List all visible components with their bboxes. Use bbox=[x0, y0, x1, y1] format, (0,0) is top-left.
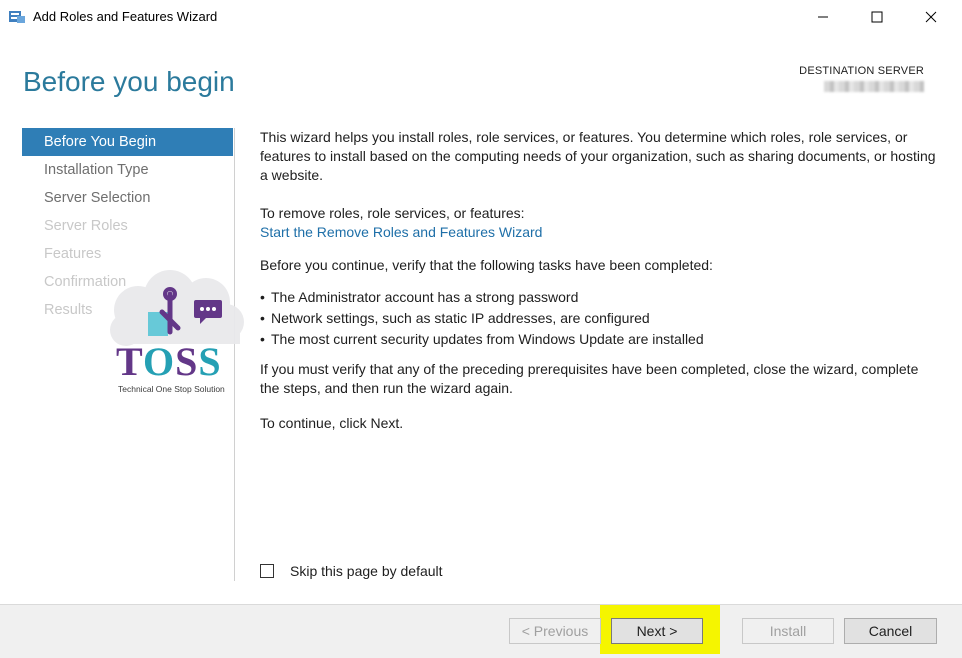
skip-page-option[interactable]: Skip this page by default bbox=[260, 563, 443, 579]
list-item: The most current security updates from W… bbox=[260, 329, 940, 350]
prerequisite-note: If you must verify that any of the prece… bbox=[260, 361, 919, 396]
install-button[interactable]: Install bbox=[742, 618, 834, 644]
close-button[interactable] bbox=[900, 0, 962, 34]
previous-button[interactable]: < Previous bbox=[509, 618, 601, 644]
maximize-button[interactable] bbox=[846, 0, 908, 34]
title-bar: Add Roles and Features Wizard bbox=[0, 0, 962, 34]
intro-paragraph: This wizard helps you install roles, rol… bbox=[260, 129, 936, 183]
wizard-content: This wizard helps you install roles, rol… bbox=[260, 128, 940, 433]
logo-letter: T bbox=[116, 339, 143, 384]
step-before-you-begin[interactable]: Before You Begin bbox=[22, 128, 233, 156]
step-server-selection[interactable]: Server Selection bbox=[22, 184, 233, 212]
skip-page-checkbox[interactable] bbox=[260, 564, 274, 578]
logo-wordmark-text: TOSS bbox=[116, 339, 222, 384]
list-item: Network settings, such as static IP addr… bbox=[260, 308, 940, 329]
skip-page-label[interactable]: Skip this page by default bbox=[290, 563, 443, 579]
logo-letter: O bbox=[142, 339, 176, 384]
page-title: Before you begin bbox=[23, 66, 235, 97]
verify-intro: Before you continue, verify that the fol… bbox=[260, 257, 713, 273]
logo-wordmark: TOSS bbox=[116, 342, 222, 382]
step-features: Features bbox=[44, 246, 102, 262]
prerequisite-list: The Administrator account has a strong p… bbox=[260, 287, 940, 350]
maximize-icon bbox=[871, 11, 883, 23]
logo-letter: S bbox=[198, 339, 222, 384]
server-manager-icon bbox=[8, 8, 26, 24]
minimize-icon bbox=[817, 11, 829, 23]
step-server-roles: Server Roles bbox=[44, 218, 128, 234]
toss-watermark-logo: TOSS Technical One Stop Solution bbox=[108, 270, 248, 398]
cancel-button[interactable]: Cancel bbox=[844, 618, 937, 644]
continue-note: To continue, click Next. bbox=[260, 415, 404, 431]
step-installation-type[interactable]: Installation Type bbox=[22, 156, 233, 184]
remove-features-label: To remove roles, role services, or featu… bbox=[260, 205, 525, 221]
logo-tagline: Technical One Stop Solution bbox=[118, 384, 225, 394]
list-item: The Administrator account has a strong p… bbox=[260, 287, 940, 308]
logo-letter: S bbox=[175, 339, 199, 384]
wizard-footer: < Previous Next > Install Cancel bbox=[0, 604, 962, 658]
window-title: Add Roles and Features Wizard bbox=[33, 9, 218, 24]
minimize-button[interactable] bbox=[792, 0, 854, 34]
destination-server-name-redacted bbox=[824, 81, 924, 92]
close-icon bbox=[925, 11, 937, 23]
remove-roles-wizard-link[interactable]: Start the Remove Roles and Features Wiza… bbox=[260, 224, 542, 240]
next-button[interactable]: Next > bbox=[611, 618, 703, 644]
destination-server-label: DESTINATION SERVER bbox=[799, 65, 924, 77]
